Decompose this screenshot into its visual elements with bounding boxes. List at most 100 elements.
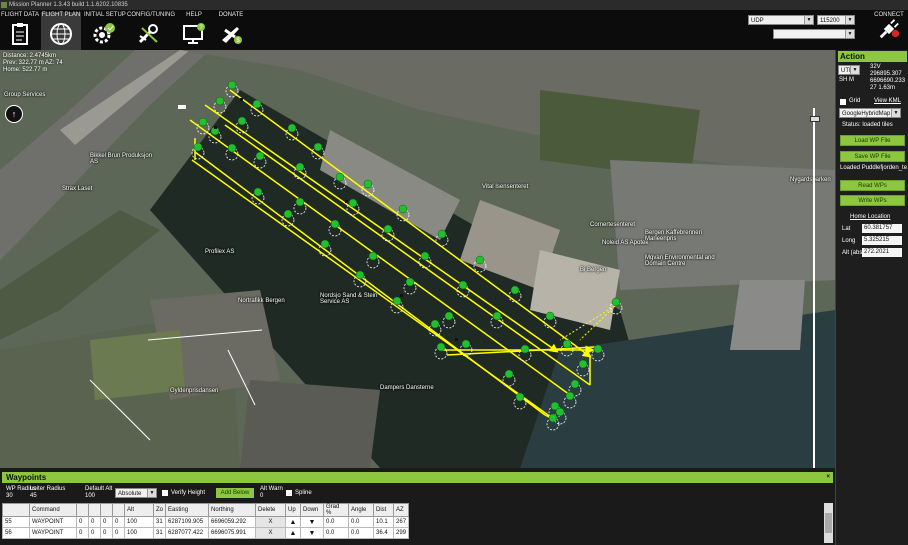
home-long-input[interactable]: 5.325215 (862, 236, 902, 245)
spline-checkbox[interactable] (286, 490, 292, 496)
coord-system-select[interactable]: UTM ▼ (838, 65, 860, 75)
move-up-icon[interactable]: ▲ (285, 527, 302, 539)
utm-easting: 296895.307 (870, 71, 902, 77)
zoom-slider[interactable] (810, 108, 820, 468)
app-icon (1, 2, 7, 8)
baud-value: 115200 (820, 18, 840, 24)
wp-easting[interactable]: 6287077.422 (165, 527, 210, 539)
scroll-thumb[interactable] (825, 513, 832, 533)
zoom-handle[interactable] (810, 116, 820, 122)
setup-gear-icon (93, 23, 115, 44)
wp-command-select[interactable]: WAYPOINT (29, 527, 77, 539)
flight-data-button[interactable]: FLIGHT DATA (0, 12, 40, 50)
waypoints-panel: Waypoints × WP Radius 30 Loiter Radius 4… (0, 470, 835, 545)
move-down-icon[interactable]: ▼ (300, 516, 325, 528)
collapse-icon[interactable]: × (826, 472, 830, 483)
table-row[interactable]: 56 WAYPOINT 0 0 0 0 100 31 6287077.422 6… (2, 527, 410, 539)
title-bar: Mission Planner 1.3.43 build 1.1.6202.10… (0, 0, 908, 10)
save-wp-file-button[interactable]: Save WP File (840, 151, 905, 162)
col-header: Northing (208, 503, 257, 517)
map-view[interactable]: Distance: 2.4745km Prev: 322.77 m AZ: 74… (0, 50, 835, 468)
loiter-radius-input[interactable]: 45 (30, 493, 37, 499)
flight-plan-button[interactable]: FLIGHT PLAN (41, 12, 81, 50)
table-header-row: Command Alt Zo Easting Northing Delete U… (2, 503, 410, 517)
col-header: Grad % (323, 503, 350, 517)
prev-text: Prev: 322.77 m AZ: 74 (3, 60, 63, 66)
action-panel: Action UTM ▼ 32V SH M 296895.307 6696690.… (835, 50, 908, 545)
waypoints-table: Command Alt Zo Easting Northing Delete U… (2, 503, 410, 539)
col-header (112, 503, 125, 517)
wp-easting[interactable]: 6287109.905 (165, 516, 210, 528)
wp-northing[interactable]: 6696059.292 (208, 516, 257, 528)
wp-param1[interactable]: 0 (76, 527, 89, 539)
wp-zone[interactable]: 31 (152, 527, 167, 539)
wp-param2[interactable]: 0 (88, 527, 101, 539)
wp-param1[interactable]: 0 (76, 516, 89, 528)
view-kml-link[interactable]: View KML (874, 98, 901, 104)
wp-northing[interactable]: 6696075.991 (208, 527, 257, 539)
home-location-link[interactable]: Home Location (850, 214, 890, 220)
baud-select[interactable]: 115200 ▼ (817, 15, 855, 25)
wp-param4[interactable]: 0 (112, 516, 125, 528)
config-tuning-label: CONFIG/TUNING (127, 12, 175, 18)
long-label: Long (842, 238, 856, 244)
wp-az: 267 (393, 516, 410, 528)
col-header (76, 503, 89, 517)
monitor-help-icon: ? (183, 23, 205, 44)
help-button[interactable]: HELP ? (176, 12, 212, 50)
col-header: Down (300, 503, 325, 517)
chevron-down-icon: ▼ (845, 16, 854, 24)
donate-button[interactable]: DONATE $ (213, 12, 249, 50)
move-up-icon[interactable]: ▲ (285, 516, 302, 528)
verify-height-checkbox[interactable] (162, 490, 168, 496)
wp-delete-button[interactable]: X (255, 527, 287, 539)
wp-angle: 0.0 (348, 527, 375, 539)
alt-warn-input[interactable]: 0 (260, 493, 263, 499)
altitude-frame-select[interactable]: Absolute ▼ (115, 488, 157, 498)
shim-label: SH M (839, 77, 854, 83)
link-stats-select[interactable]: ▼ (773, 29, 855, 39)
distance-readout: Distance: 2.4745km Prev: 322.77 m AZ: 74… (3, 53, 63, 74)
wp-command-select[interactable]: WAYPOINT (29, 516, 77, 528)
lat-label: Lat (842, 226, 851, 232)
utm-northing: 6696690.233 (870, 78, 906, 84)
col-header (2, 503, 30, 517)
add-below-button[interactable]: Add Below (216, 488, 254, 498)
cursor-alt: 27 1.63m (870, 85, 896, 91)
wp-alt[interactable]: 100 (124, 527, 154, 539)
load-wp-file-button[interactable]: Load WP File (840, 135, 905, 146)
wp-delete-button[interactable]: X (255, 516, 287, 528)
wp-alt[interactable]: 100 (124, 516, 154, 528)
port-select[interactable]: UDP ▼ (748, 15, 814, 25)
grid-checkbox[interactable] (840, 99, 846, 105)
col-header: Angle (348, 503, 375, 517)
initial-setup-label: INITIAL SETUP (84, 12, 126, 18)
wp-dist: 10.1 (373, 516, 395, 528)
waypoints-scrollbar[interactable] (824, 503, 833, 543)
initial-setup-button[interactable]: INITIAL SETUP (84, 12, 126, 50)
table-row[interactable]: 55 WAYPOINT 0 0 0 0 100 31 6287109.905 6… (2, 516, 410, 528)
connect-button[interactable]: CONNECT (872, 12, 906, 48)
write-wps-button[interactable]: Write WPs (840, 195, 905, 206)
read-wps-button[interactable]: Read WPs (840, 180, 905, 191)
home-lat-input[interactable]: 60.381757 (862, 224, 902, 233)
home-alt-input[interactable]: 272.2021 (862, 248, 902, 257)
wp-zone[interactable]: 31 (152, 516, 167, 528)
map-type-value: GoogleHybridMap (842, 111, 891, 117)
col-header: Command (29, 503, 77, 517)
wp-radius-input[interactable]: 30 (6, 493, 13, 499)
home-distance-text: Home: 522.77 m (3, 67, 48, 73)
map-status: Status: loaded tiles (842, 122, 893, 128)
wp-param3[interactable]: 0 (100, 527, 113, 539)
wp-param3[interactable]: 0 (100, 516, 113, 528)
action-header: Action (838, 51, 907, 62)
move-down-icon[interactable]: ▼ (300, 527, 325, 539)
wp-param2[interactable]: 0 (88, 516, 101, 528)
map-type-select[interactable]: GoogleHybridMap ▼ (839, 108, 901, 118)
config-tuning-button[interactable]: CONFIG/TUNING (127, 12, 175, 50)
col-header (100, 503, 113, 517)
wp-grad: 0.0 (323, 516, 350, 528)
loiter-radius-label: Loiter Radius (30, 486, 66, 492)
default-alt-input[interactable]: 100 (85, 493, 95, 499)
wp-param4[interactable]: 0 (112, 527, 125, 539)
